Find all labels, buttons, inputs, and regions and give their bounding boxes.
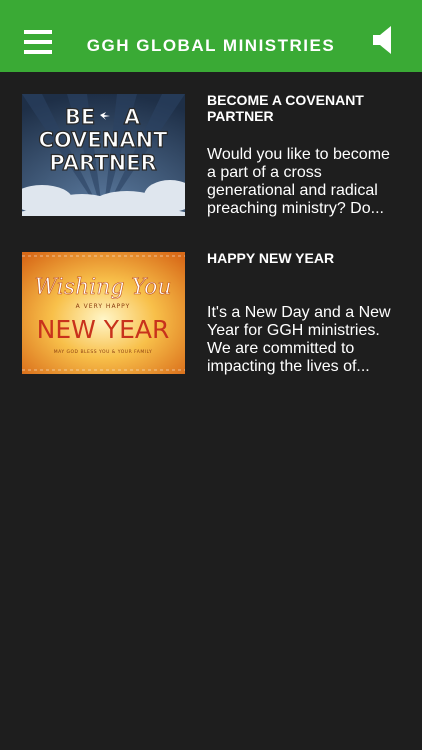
post-excerpt: Would you like to become a part of a cro… bbox=[207, 146, 390, 217]
thumb-text-very-happy: A VERY HAPPY bbox=[76, 303, 131, 310]
speaker-icon[interactable] bbox=[373, 26, 395, 54]
thumb-text-be: BE bbox=[65, 105, 95, 129]
thumb-text-blessing: MAY GOD BLESS YOU & YOUR FAMILY bbox=[54, 349, 153, 355]
app-header: GGH GLOBAL MINISTRIES bbox=[0, 0, 422, 72]
post-item-happy-new-year[interactable]: Wishing You A VERY HAPPY NEW YEAR MAY GO… bbox=[0, 250, 422, 380]
thumb-text-a: A bbox=[124, 105, 141, 129]
post-thumbnail[interactable]: Wishing You A VERY HAPPY NEW YEAR MAY GO… bbox=[22, 252, 185, 374]
thumb-text-covenant: COVENANT bbox=[38, 128, 168, 152]
post-title[interactable]: BECOME A COVENANT PARTNER bbox=[207, 92, 402, 124]
thumb-text-new-year: NEW YEAR bbox=[37, 315, 170, 344]
app-title: GGH GLOBAL MINISTRIES bbox=[86, 36, 336, 55]
thumb-text-wishing: Wishing You bbox=[34, 275, 171, 300]
post-item-covenant-partner[interactable]: BE A COVENANT PARTNER BECOME A COVENANT … bbox=[0, 92, 422, 222]
hamburger-menu-icon[interactable] bbox=[24, 30, 52, 54]
post-title[interactable]: HAPPY NEW YEAR bbox=[207, 250, 402, 266]
post-excerpt: It's a New Day and a New Year for GGH mi… bbox=[207, 304, 391, 375]
post-thumbnail[interactable]: BE A COVENANT PARTNER bbox=[22, 94, 185, 216]
thumb-text-partner: PARTNER bbox=[49, 151, 156, 175]
